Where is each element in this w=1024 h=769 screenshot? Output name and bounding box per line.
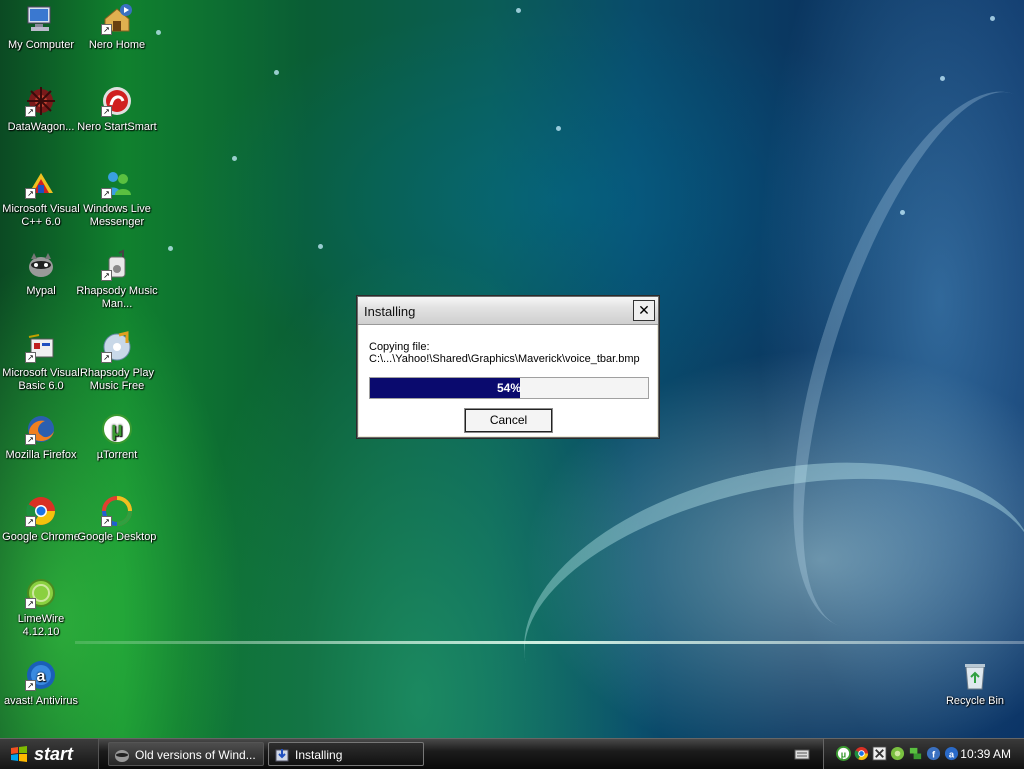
- icon-label: My Computer: [7, 39, 75, 51]
- wallpaper-sparkle: [232, 156, 237, 161]
- green-app-tray-icon[interactable]: [890, 746, 905, 761]
- wallpaper-sparkle: [940, 76, 945, 81]
- icon-label: LimeWire 4.12.10: [17, 613, 65, 638]
- icon-label: Rhapsody Music Man...: [76, 285, 158, 310]
- desktop-icon-google-desktop[interactable]: ↗ Google Desktop: [76, 495, 158, 544]
- desktop-icon-windows-live-messenger[interactable]: ↗ Windows Live Messenger: [76, 167, 158, 229]
- cancel-button[interactable]: Cancel: [464, 408, 553, 433]
- dialog-title: Installing: [364, 304, 416, 319]
- progress-percent-text: 54%: [496, 381, 522, 395]
- taskbar: start Old versions of Wind... Installing…: [0, 738, 1024, 769]
- copying-file-label: Copying file:: [369, 341, 430, 353]
- wallpaper-sparkle: [990, 16, 995, 21]
- icon-label: Mypal: [26, 285, 56, 297]
- chrome-tray-icon[interactable]: [854, 746, 869, 761]
- wallpaper-sparkle: [318, 244, 323, 249]
- desktop-icon-limewire[interactable]: ↗ LimeWire 4.12.10: [0, 577, 82, 639]
- icon-label: Microsoft Visual Basic 6.0: [2, 367, 80, 392]
- icon-label: Nero StartSmart: [77, 121, 157, 133]
- desktop-icon-datawagon[interactable]: ↗ DataWagon...: [0, 85, 82, 134]
- keyboard-icon[interactable]: [794, 747, 810, 761]
- system-tray: µ f a 10:39 AM: [823, 739, 1024, 769]
- mypal-raccoon-icon: [29, 253, 53, 277]
- taskbar-button-label: Installing: [295, 748, 343, 762]
- desktop-icon-avast[interactable]: a ↗ avast! Antivirus: [0, 659, 82, 708]
- dialog-body: Copying file: C:\...\Yahoo!\Shared\Graph…: [359, 325, 657, 436]
- icon-label: Mozilla Firefox: [5, 449, 77, 461]
- svg-text:a: a: [37, 668, 46, 685]
- progress-bar: 54%: [369, 377, 649, 399]
- icon-label: Rhapsody Play Music Free: [80, 367, 154, 392]
- icon-label: Windows Live Messenger: [83, 203, 151, 228]
- desktop: My Computer ↗ DataWagon... ↗ Microsoft V…: [0, 0, 1024, 738]
- file-path-text: C:\...\Yahoo!\Shared\Graphics\Maverick\v…: [369, 353, 640, 365]
- taskbar-button-label: Old versions of Wind...: [135, 748, 256, 762]
- desktop-icon-visual-cpp[interactable]: ↗ Microsoft Visual C++ 6.0: [0, 167, 82, 229]
- desktop-icon-visual-basic[interactable]: ↗ Microsoft Visual Basic 6.0: [0, 331, 82, 393]
- icon-label: Microsoft Visual C++ 6.0: [2, 203, 80, 228]
- desktop-icon-mypal[interactable]: Mypal: [0, 249, 82, 298]
- taskbar-button-installing[interactable]: Installing: [268, 742, 424, 766]
- close-button[interactable]: ✕: [633, 300, 655, 321]
- wallpaper-light-line: [75, 641, 1024, 644]
- wallpaper-sparkle: [516, 8, 521, 13]
- windows-flag-icon: [11, 746, 27, 762]
- icon-label: Google Chrome: [2, 531, 80, 543]
- svg-text:µ: µ: [841, 749, 846, 759]
- close-box-tray-icon[interactable]: [872, 746, 887, 761]
- wallpaper-sparkle: [900, 210, 905, 215]
- icon-label: DataWagon...: [7, 121, 75, 133]
- recycle-bin-icon: [965, 664, 985, 690]
- clock[interactable]: 10:39 AM: [960, 747, 1011, 761]
- mypal-icon: [115, 750, 129, 762]
- desktop-icon-recycle-bin[interactable]: Recycle Bin: [934, 659, 1016, 708]
- desktop-icon-utorrent[interactable]: µ µTorrent: [76, 413, 158, 462]
- desktop-icon-nero-home[interactable]: ↗ Nero Home: [76, 3, 158, 52]
- avast-tray-icon[interactable]: a: [944, 746, 959, 761]
- wallpaper-sparkle: [168, 246, 173, 251]
- dialog-titlebar[interactable]: Installing ✕: [358, 297, 658, 325]
- svg-text:a: a: [949, 749, 955, 759]
- icon-label: Google Desktop: [77, 531, 157, 543]
- installing-dialog: Installing ✕ Copying file: C:\...\Yahoo!…: [357, 296, 659, 438]
- desktop-icon-firefox[interactable]: ↗ Mozilla Firefox: [0, 413, 82, 462]
- desktop-icon-rhapsody-manager[interactable]: ↗ Rhapsody Music Man...: [76, 249, 158, 311]
- desktop-icon-my-computer[interactable]: My Computer: [0, 3, 82, 52]
- utorrent-icon: µ: [102, 414, 132, 444]
- desktop-icon-chrome[interactable]: ↗ Google Chrome: [0, 495, 82, 544]
- installer-icon: [275, 749, 289, 762]
- wallpaper-sparkle: [556, 126, 561, 131]
- icon-label: µTorrent: [96, 449, 138, 461]
- my-computer-icon: [27, 6, 51, 31]
- icon-label: avast! Antivirus: [4, 695, 78, 707]
- taskbar-button-browser[interactable]: Old versions of Wind...: [108, 742, 264, 766]
- icon-label: Nero Home: [88, 39, 146, 51]
- desktop-icon-nero-startsmart[interactable]: ↗ Nero StartSmart: [76, 85, 158, 134]
- utorrent-tray-icon[interactable]: µ: [836, 746, 851, 761]
- desktop-icon-rhapsody-play[interactable]: ↗ Rhapsody Play Music Free: [76, 331, 158, 393]
- start-button[interactable]: start: [0, 739, 99, 769]
- icon-label: Recycle Bin: [945, 695, 1005, 707]
- close-icon: ✕: [638, 302, 650, 318]
- start-label: start: [34, 744, 74, 764]
- svg-text:µ: µ: [111, 419, 123, 441]
- info-tray-icon[interactable]: f: [926, 746, 941, 761]
- network-tray-icon[interactable]: [908, 746, 923, 761]
- wallpaper-sparkle: [274, 70, 279, 75]
